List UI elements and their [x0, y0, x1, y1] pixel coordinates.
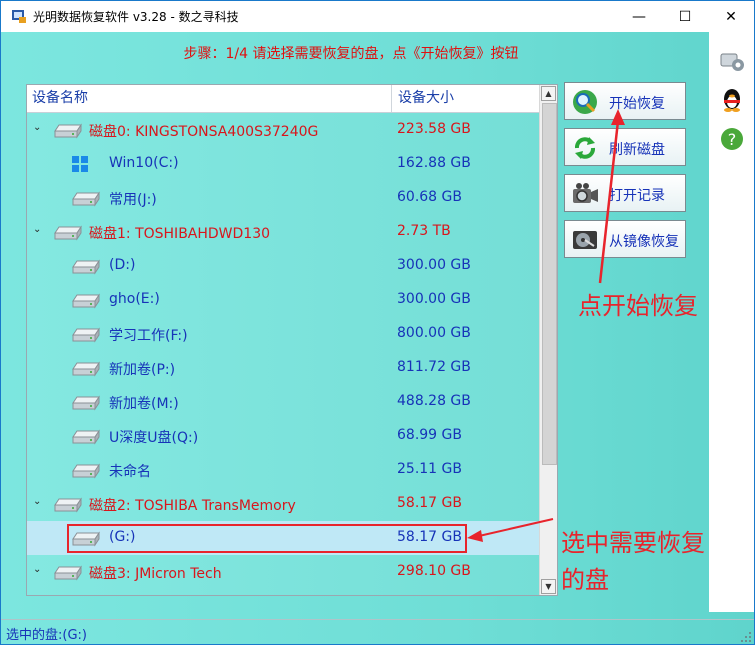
selected-row-highlight — [67, 524, 467, 553]
hard-disk-icon — [54, 565, 82, 581]
disk-name: 磁盘2: TOSHIBA TransMemory — [89, 498, 296, 514]
expand-chevron-icon[interactable]: ⌄ — [33, 497, 43, 507]
annotation-select-disk-2: 的盘 — [561, 566, 609, 594]
title-bar: 光明数据恢复软件 v3.28 - 数之寻科技 — ☐ ✕ — [1, 1, 754, 32]
expand-chevron-icon[interactable]: ⌄ — [33, 225, 43, 235]
partition-row[interactable]: Win10(C:) 162.88 GB — [27, 147, 539, 181]
partition-name: (D:) — [109, 257, 136, 273]
magnifier-icon — [573, 90, 597, 114]
minimize-button[interactable]: — — [616, 1, 662, 32]
disk-row[interactable]: ⌄ 磁盘2: TOSHIBA TransMemory 58.17 GB — [27, 487, 539, 521]
scroll-up-button[interactable]: ▲ — [541, 86, 556, 101]
hard-disk-icon — [573, 231, 597, 249]
expand-chevron-icon[interactable]: ⌄ — [33, 123, 43, 133]
drive-icon — [72, 395, 100, 411]
partition-row[interactable]: 学习工作(F:) 800.00 GB — [27, 317, 539, 351]
refresh-disk-label: 刷新磁盘 — [609, 142, 665, 158]
partition-size: 60.68 GB — [397, 189, 462, 205]
camera-icon — [573, 183, 598, 203]
disk-size: 58.17 GB — [397, 495, 462, 511]
maximize-button[interactable]: ☐ — [662, 1, 708, 32]
restore-from-image-button[interactable]: 从镜像恢复 — [564, 220, 686, 258]
hard-disk-icon — [54, 497, 82, 513]
drive-icon — [72, 191, 100, 207]
expand-chevron-icon[interactable]: ⌄ — [33, 565, 43, 575]
open-record-button[interactable]: 打开记录 — [564, 174, 686, 212]
hard-disk-icon — [54, 123, 82, 139]
partition-name: gho(E:) — [109, 291, 160, 307]
open-record-label: 打开记录 — [609, 188, 665, 204]
partition-name: 常用(J:) — [109, 192, 157, 208]
right-toolbar: ? — [709, 32, 754, 612]
status-selected-disk: 选中的盘:(G:) — [6, 628, 87, 643]
partition-size: 25.11 GB — [397, 461, 462, 477]
partition-size: 162.88 GB — [397, 155, 471, 171]
help-icon[interactable]: ? — [719, 126, 745, 152]
window-title: 光明数据恢复软件 v3.28 - 数之寻科技 — [33, 10, 239, 24]
svg-text:?: ? — [728, 130, 737, 149]
step-instruction: 步骤：1/4 请选择需要恢复的盘，点《开始恢复》按钮 — [183, 46, 519, 62]
drive-icon — [72, 429, 100, 445]
partition-row[interactable]: 未命名 25.11 GB — [27, 453, 539, 487]
partition-name: 未命名 — [109, 464, 151, 480]
partition-name: Win10(C:) — [109, 155, 179, 171]
disk-size: 298.10 GB — [397, 563, 471, 579]
drive-icon — [72, 293, 100, 309]
disk-size: 2.73 TB — [397, 223, 451, 239]
hard-disk-icon — [54, 225, 82, 241]
partition-row[interactable]: (D:) 300.00 GB — [27, 249, 539, 283]
partition-name: 学习工作(F:) — [109, 328, 188, 344]
list-header: 设备名称 设备大小 — [27, 85, 539, 113]
drive-icon — [72, 463, 100, 479]
windows-icon — [72, 156, 88, 172]
vertical-scrollbar[interactable]: ▲ ▼ — [539, 85, 557, 595]
partition-row[interactable]: U深度U盘(Q:) 68.99 GB — [27, 419, 539, 453]
refresh-disk-button[interactable]: 刷新磁盘 — [564, 128, 686, 166]
drive-icon — [72, 327, 100, 343]
restore-from-image-label: 从镜像恢复 — [609, 234, 679, 250]
scroll-thumb[interactable] — [542, 103, 557, 465]
disk-row[interactable]: ⌄ 磁盘1: TOSHIBAHDWD130 2.73 TB — [27, 215, 539, 249]
partition-row[interactable]: gho(E:) 300.00 GB — [27, 283, 539, 317]
disk-row[interactable]: ⌄ 磁盘0: KINGSTONSA400S37240G 223.58 GB — [27, 113, 539, 147]
partition-size: 68.99 GB — [397, 427, 462, 443]
annotation-select-disk-1: 选中需要恢复 — [561, 529, 705, 557]
close-button[interactable]: ✕ — [708, 1, 754, 32]
disk-name: 磁盘1: TOSHIBAHDWD130 — [89, 226, 271, 242]
header-separator — [391, 85, 392, 112]
partition-size: 811.72 GB — [397, 359, 471, 375]
partition-size: 300.00 GB — [397, 257, 471, 273]
disk-size: 223.58 GB — [397, 121, 471, 137]
scroll-down-button[interactable]: ▼ — [541, 579, 556, 594]
drive-icon — [72, 361, 100, 377]
refresh-icon — [575, 137, 595, 159]
partition-row[interactable]: 常用(J:) 60.68 GB — [27, 181, 539, 215]
disk-row[interactable]: ⌄ 磁盘3: JMicron Tech 298.10 GB — [27, 555, 539, 589]
partition-size: 800.00 GB — [397, 325, 471, 341]
partition-row[interactable]: 新加卷(M:) 488.28 GB — [27, 385, 539, 419]
partition-size: 300.00 GB — [397, 291, 471, 307]
partition-name: 新加卷(P:) — [109, 362, 176, 378]
app-window: 光明数据恢复软件 v3.28 - 数之寻科技 — ☐ ✕ 步骤：1/4 请选择需… — [0, 0, 755, 645]
header-device-size[interactable]: 设备大小 — [393, 85, 454, 112]
disk-name: 磁盘0: KINGSTONSA400S37240G — [89, 124, 319, 140]
header-device-name[interactable]: 设备名称 — [27, 85, 88, 112]
settings-gear-icon[interactable] — [719, 48, 745, 74]
disk-name: 磁盘3: JMicron Tech — [89, 566, 222, 582]
partition-name: U深度U盘(Q:) — [109, 430, 199, 446]
device-list[interactable]: 设备名称 设备大小 ⌄ 磁盘0: KINGSTONSA400S37240G 223.… — [26, 84, 558, 596]
qq-penguin-icon[interactable] — [719, 86, 745, 112]
drive-icon — [72, 259, 100, 275]
partition-size: 488.28 GB — [397, 393, 471, 409]
app-icon — [12, 10, 26, 23]
start-recovery-button[interactable]: 开始恢复 — [564, 82, 686, 120]
status-bar: 选中的盘:(G:) — [1, 619, 754, 645]
partition-name: 新加卷(M:) — [109, 396, 179, 412]
annotation-click-start: 点开始恢复 — [578, 292, 698, 320]
start-recovery-label: 开始恢复 — [609, 96, 665, 112]
partition-row[interactable]: 新加卷(P:) 811.72 GB — [27, 351, 539, 385]
resize-grip-icon[interactable] — [740, 631, 752, 643]
